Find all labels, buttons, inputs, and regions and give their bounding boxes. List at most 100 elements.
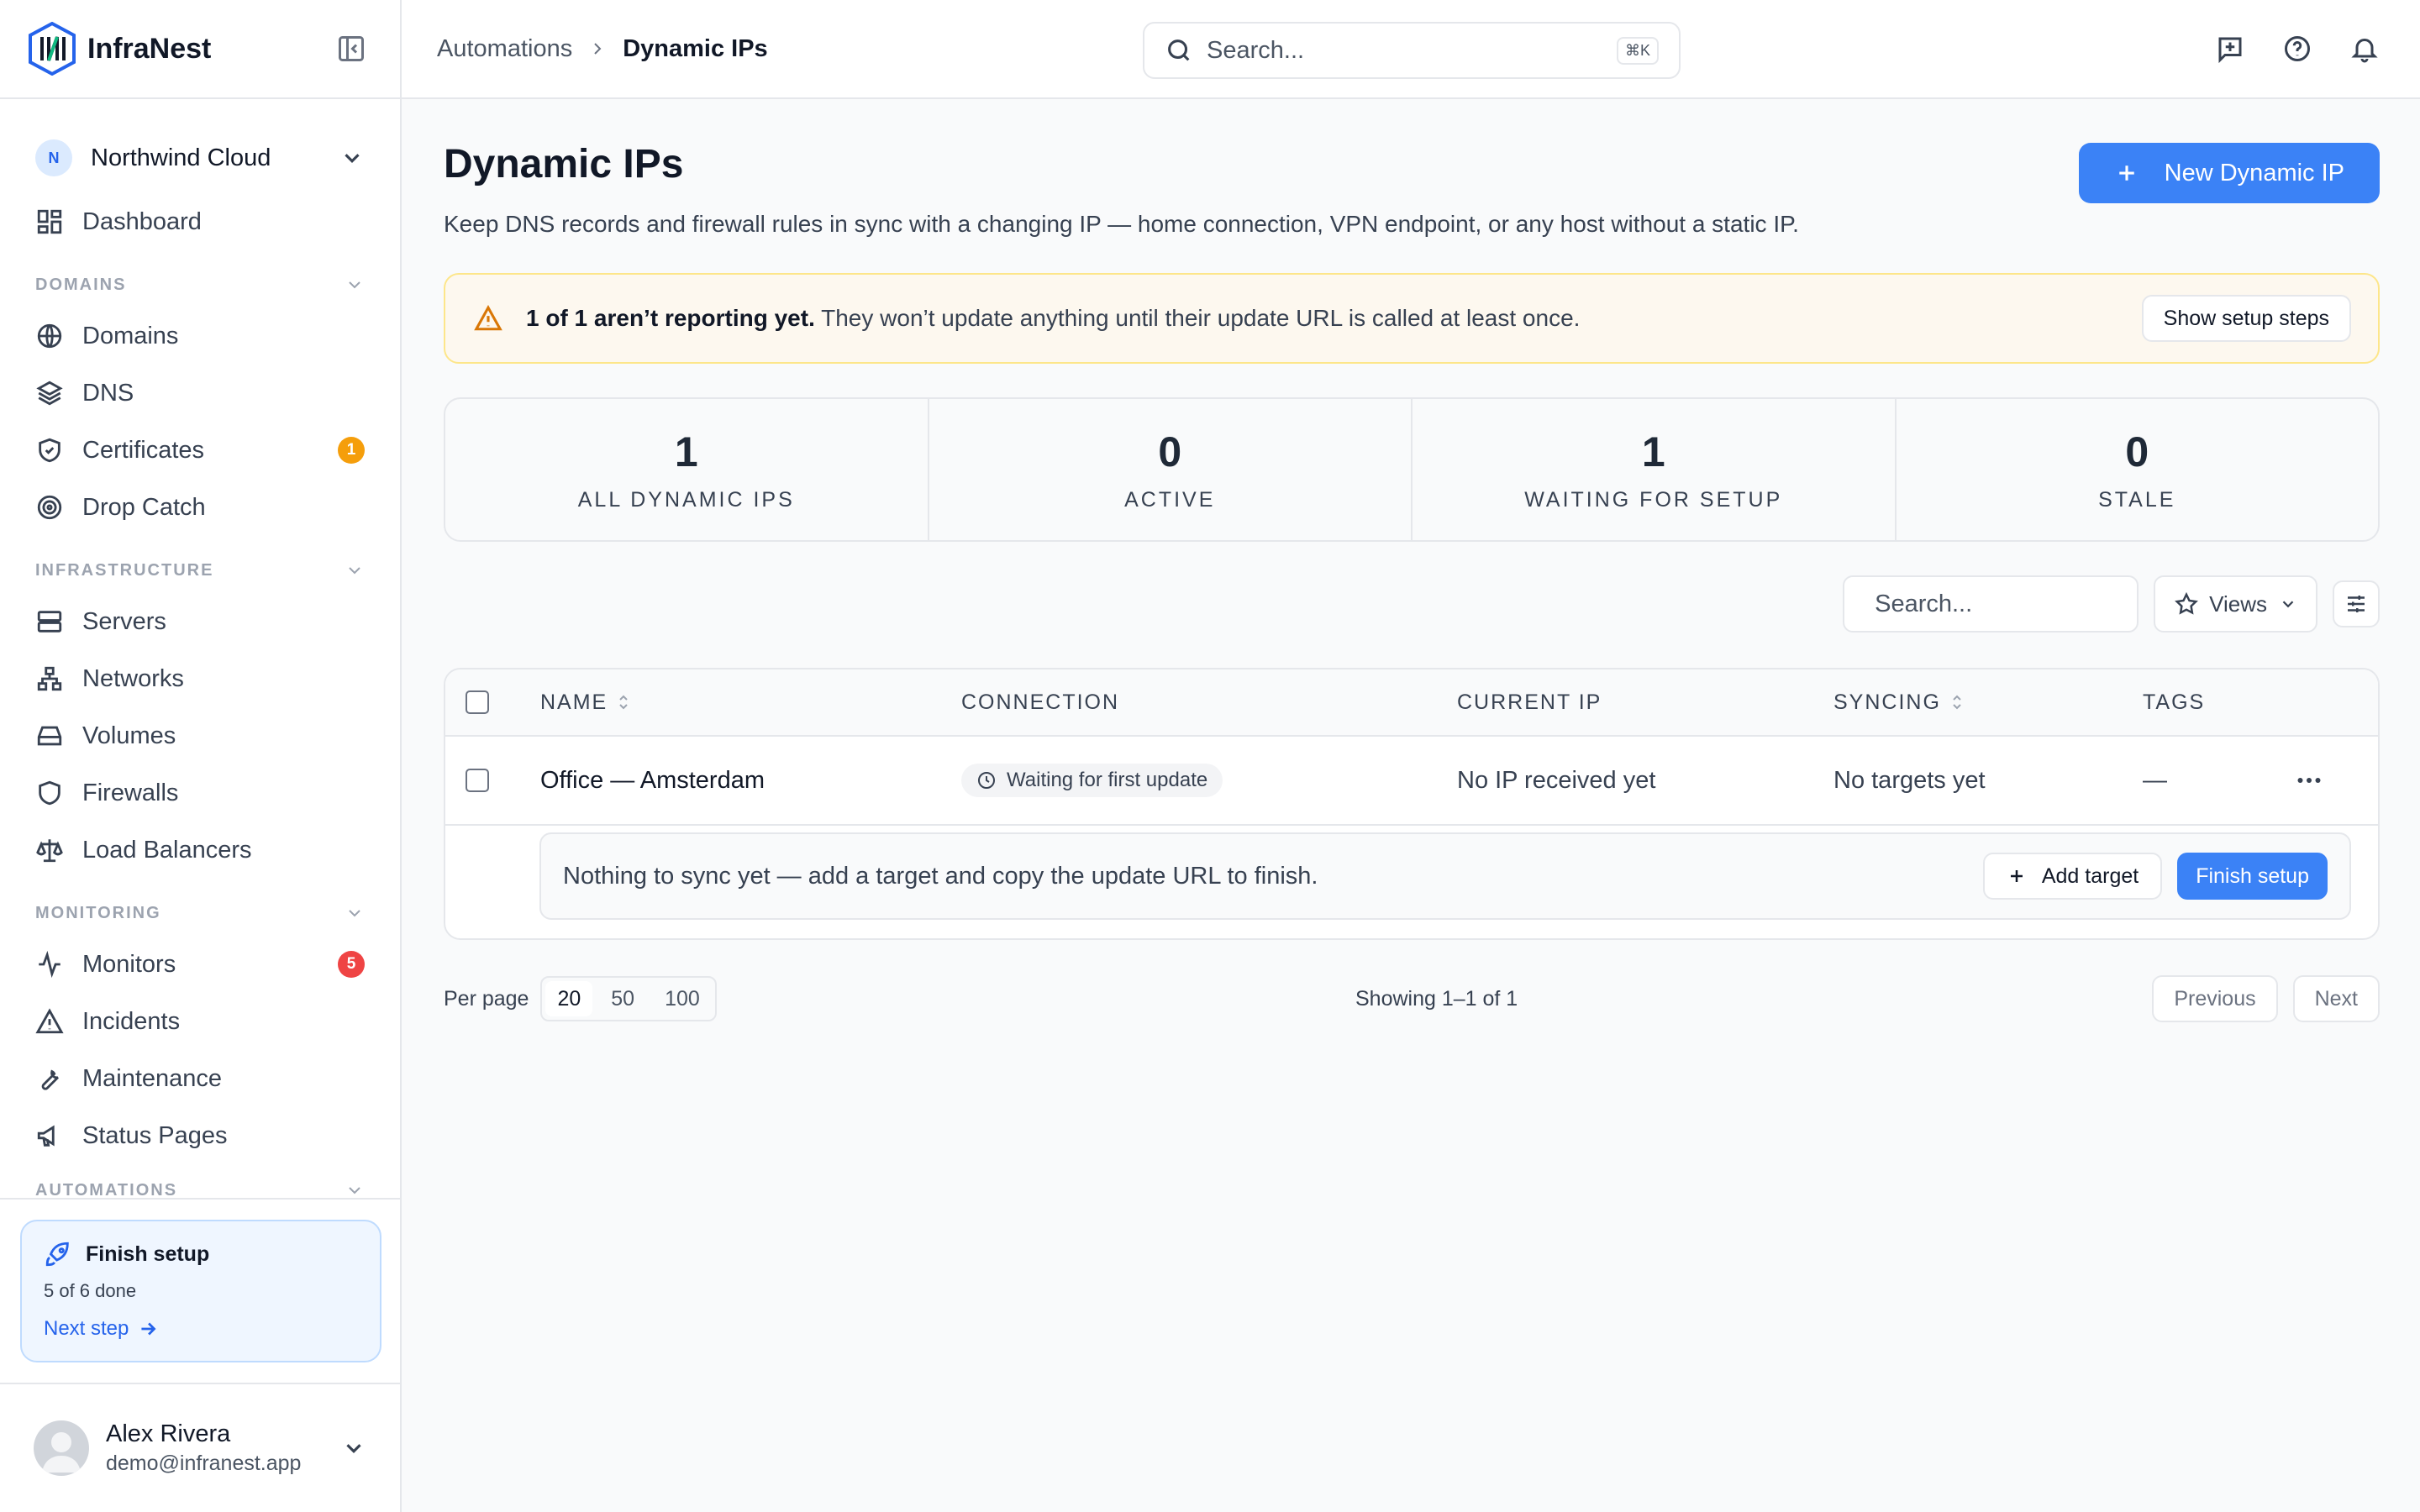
topbar: Automations Dynamic IPs ⌘K	[402, 0, 2420, 99]
per-page-label: Per page	[444, 986, 529, 1011]
next-page-button[interactable]: Next	[2292, 975, 2380, 1022]
sidebar-item-monitors[interactable]: Monitors 5	[35, 936, 365, 993]
finish-setup-card[interactable]: Finish setup 5 of 6 done Next step	[20, 1220, 381, 1362]
connection-status-label: Waiting for first update	[1007, 769, 1208, 791]
topbar-actions	[2215, 34, 2380, 64]
stat-stale[interactable]: 0 STALE	[1897, 399, 2379, 540]
new-dynamic-ip-button[interactable]: New Dynamic IP	[2078, 143, 2380, 203]
shield-check-icon	[39, 438, 60, 463]
page-header: Dynamic IPs Keep DNS records and firewal…	[444, 141, 2380, 238]
table-footer: Per page 20 50 100 Showing 1–1 of 1 Prev…	[444, 975, 2380, 1022]
user-menu[interactable]: Alex Rivera demo@infranest.app	[0, 1383, 400, 1512]
star-icon	[2175, 591, 2199, 615]
sidebar-item-label: Incidents	[82, 1007, 181, 1035]
stat-waiting[interactable]: 1 WAITING FOR SETUP	[1413, 399, 1897, 540]
section-monitoring[interactable]: MONITORING	[35, 879, 365, 936]
global-search[interactable]: ⌘K	[1143, 22, 1681, 79]
breadcrumb-automations[interactable]: Automations	[437, 35, 572, 63]
monitors-count-badge: 5	[338, 951, 365, 978]
row-tags: —	[2143, 766, 2167, 794]
row-name[interactable]: Office — Amsterdam	[540, 767, 765, 795]
row-checkbox[interactable]	[466, 769, 489, 792]
org-switcher[interactable]: N Northwind Cloud	[35, 133, 365, 183]
breadcrumb: Automations Dynamic IPs	[437, 35, 768, 63]
sidebar: InfraNest N Northwind Cloud Dashboard DO…	[0, 0, 402, 1512]
sidebar-item-label: Certificates	[82, 436, 205, 464]
sidebar-item-status-pages[interactable]: Status Pages	[35, 1107, 365, 1164]
table-search[interactable]	[1843, 575, 2192, 633]
add-target-button[interactable]: Add target	[1982, 853, 2163, 900]
section-domains[interactable]: DOMAINS	[35, 250, 365, 307]
select-all-checkbox[interactable]	[466, 690, 489, 714]
per-page-option-20[interactable]: 20	[545, 981, 593, 1016]
sidebar-item-label: Firewalls	[82, 779, 179, 806]
sidebar-item-servers[interactable]: Servers	[35, 593, 365, 650]
views-label: Views	[2209, 591, 2267, 617]
stat-label: ACTIVE	[1124, 487, 1216, 512]
column-settings-button[interactable]	[2333, 580, 2380, 627]
sidebar-item-label: DNS	[82, 379, 134, 407]
stat-value: 1	[674, 428, 698, 475]
sidebar-item-firewalls[interactable]: Firewalls	[35, 764, 365, 822]
section-automations[interactable]: AUTOMATIONS	[35, 1164, 365, 1198]
more-horizontal-icon	[2297, 778, 2321, 783]
feedback-icon[interactable]	[2215, 34, 2245, 64]
finish-setup-progress: 5 of 6 done	[44, 1280, 137, 1301]
sidebar-item-certificates[interactable]: Certificates 1	[35, 422, 365, 479]
main-area: Automations Dynamic IPs ⌘K Dynamic IPs K…	[402, 0, 2420, 1512]
table-row[interactable]: Office — Amsterdam Waiting for first upd…	[445, 737, 2378, 826]
column-label: CURRENT IP	[1457, 690, 1602, 714]
sidebar-item-networks[interactable]: Networks	[35, 650, 365, 707]
row-connection: Waiting for first update	[961, 764, 1223, 797]
sidebar-item-incidents[interactable]: Incidents	[35, 993, 365, 1050]
previous-page-button[interactable]: Previous	[2152, 975, 2278, 1022]
scale-icon	[36, 839, 63, 863]
per-page-option-50[interactable]: 50	[596, 978, 650, 1020]
bell-icon[interactable]	[2349, 34, 2380, 64]
section-label: MONITORING	[35, 903, 161, 922]
stat-all[interactable]: 1 ALL DYNAMIC IPS	[445, 399, 929, 540]
column-name[interactable]: NAME	[540, 690, 631, 715]
finish-setup-title: Finish setup	[86, 1242, 210, 1266]
row-actions-button[interactable]	[2294, 765, 2324, 795]
help-icon[interactable]	[2282, 34, 2312, 64]
sidebar-item-load-balancers[interactable]: Load Balancers	[35, 822, 365, 879]
server-icon	[37, 611, 62, 633]
finish-setup-button[interactable]: Finish setup	[2177, 853, 2328, 900]
stat-value: 0	[2125, 428, 2149, 475]
sidebar-item-drop-catch[interactable]: Drop Catch	[35, 479, 365, 536]
sidebar-item-label: Domains	[82, 322, 179, 349]
pagination-summary: Showing 1–1 of 1	[1355, 986, 1518, 1011]
chevron-down-icon	[349, 910, 360, 917]
sidebar-item-label: Dashboard	[82, 207, 202, 235]
sidebar-item-dashboard[interactable]: Dashboard	[35, 193, 365, 250]
collapse-sidebar-icon[interactable]	[336, 34, 366, 64]
setup-callout-message: Nothing to sync yet — add a target and c…	[563, 862, 1318, 890]
section-infrastructure[interactable]: INFRASTRUCTURE	[35, 536, 365, 593]
hard-drive-icon	[37, 726, 62, 746]
next-step-link[interactable]: Next step	[44, 1317, 358, 1341]
stat-active[interactable]: 0 ACTIVE	[929, 399, 1413, 540]
sidebar-item-label: Load Balancers	[82, 836, 252, 864]
certificates-count-badge: 1	[338, 437, 365, 464]
global-search-input[interactable]	[1207, 36, 1617, 65]
table-search-input[interactable]	[1875, 590, 2192, 618]
warning-icon	[474, 305, 502, 331]
show-setup-steps-button[interactable]: Show setup steps	[2141, 295, 2351, 342]
per-page-option-100[interactable]: 100	[650, 978, 715, 1020]
activity-icon	[39, 950, 60, 979]
sidebar-item-maintenance[interactable]: Maintenance	[35, 1050, 365, 1107]
target-icon	[37, 495, 62, 520]
views-dropdown[interactable]: Views	[2154, 575, 2317, 633]
infranest-logo-icon	[29, 22, 76, 76]
table-header: NAME CONNECTION CURRENT IP SYNCING TAGS	[445, 669, 2378, 737]
select-all-cell	[466, 690, 489, 714]
sidebar-item-domains[interactable]: Domains	[35, 307, 365, 365]
warning-message: 1 of 1 aren’t reporting yet. They won’t …	[526, 305, 2142, 332]
column-syncing[interactable]: SYNCING	[1833, 690, 1965, 715]
stat-label: STALE	[2098, 487, 2176, 512]
sidebar-item-label: Servers	[82, 607, 166, 635]
sidebar-item-volumes[interactable]: Volumes	[35, 707, 365, 764]
chevron-down-icon	[349, 1187, 360, 1194]
sidebar-item-dns[interactable]: DNS	[35, 365, 365, 422]
